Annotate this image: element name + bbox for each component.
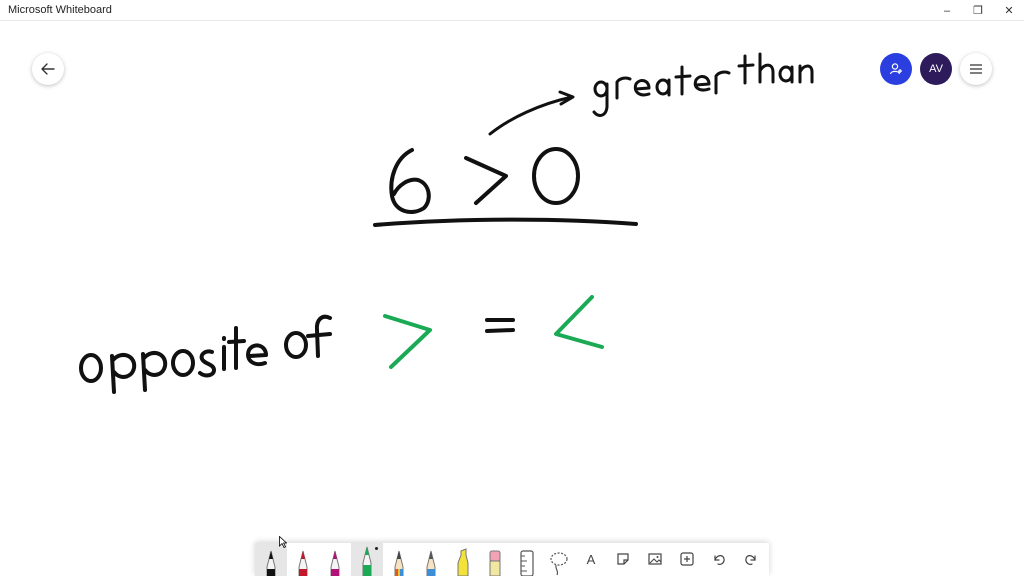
- person-add-icon: [889, 63, 902, 75]
- tool-highlighter-yellow[interactable]: [447, 543, 479, 576]
- pen-black-icon: [266, 550, 276, 576]
- tool-lasso[interactable]: [543, 543, 575, 576]
- redo-icon: [745, 555, 756, 565]
- title-bar: Microsoft Whiteboard ‒ ❐ ✕: [0, 0, 1024, 21]
- tool-redo[interactable]: [735, 543, 767, 576]
- active-pen-dot: [375, 547, 378, 550]
- minimize-icon: ‒: [943, 4, 951, 17]
- ruler-icon: [520, 550, 534, 576]
- tool-ruler[interactable]: [511, 543, 543, 576]
- eraser-icon: [489, 550, 501, 576]
- pen-red-icon: [298, 550, 308, 576]
- whiteboard-canvas[interactable]: [0, 22, 1024, 576]
- avatar-initials: AV: [929, 63, 943, 75]
- minimize-button[interactable]: ‒: [932, 0, 962, 21]
- tool-pen-green[interactable]: [351, 543, 383, 576]
- mouse-cursor-icon: [279, 536, 287, 548]
- restore-button[interactable]: ❐: [963, 0, 993, 21]
- tool-pen-magenta[interactable]: [319, 543, 351, 576]
- hamburger-menu-icon: [970, 64, 982, 74]
- menu-button[interactable]: [960, 53, 992, 85]
- tool-image[interactable]: [639, 543, 671, 576]
- share-button[interactable]: [880, 53, 912, 85]
- tool-eraser[interactable]: [479, 543, 511, 576]
- tool-insert[interactable]: [671, 543, 703, 576]
- pencil-rainbow-icon: [394, 550, 404, 576]
- restore-icon: ❐: [973, 5, 983, 17]
- app-title: Microsoft Whiteboard: [8, 4, 112, 16]
- tool-pen-red[interactable]: [287, 543, 319, 576]
- highlighter-icon: [457, 548, 469, 576]
- lasso-icon: [550, 552, 568, 576]
- tool-pencil-rainbow[interactable]: [383, 543, 415, 576]
- tool-sticky-note[interactable]: [607, 543, 639, 576]
- tool-undo[interactable]: [703, 543, 735, 576]
- back-button[interactable]: [32, 53, 64, 85]
- user-avatar[interactable]: AV: [920, 53, 952, 85]
- note-icon: [617, 553, 629, 565]
- pencil-blue-icon: [426, 550, 436, 576]
- plus-box-icon: [680, 552, 694, 566]
- image-icon: [648, 553, 662, 565]
- inking-toolbar: A: [255, 543, 769, 576]
- tool-text[interactable]: A: [575, 543, 607, 576]
- close-button[interactable]: ✕: [994, 0, 1024, 21]
- arrow-left-icon: [41, 63, 55, 75]
- text-icon: A: [586, 552, 596, 567]
- pen-green-icon: [362, 546, 372, 576]
- close-icon: ✕: [1004, 5, 1014, 17]
- pen-magenta-icon: [330, 550, 340, 576]
- undo-icon: [714, 555, 725, 565]
- tool-pencil-blue[interactable]: [415, 543, 447, 576]
